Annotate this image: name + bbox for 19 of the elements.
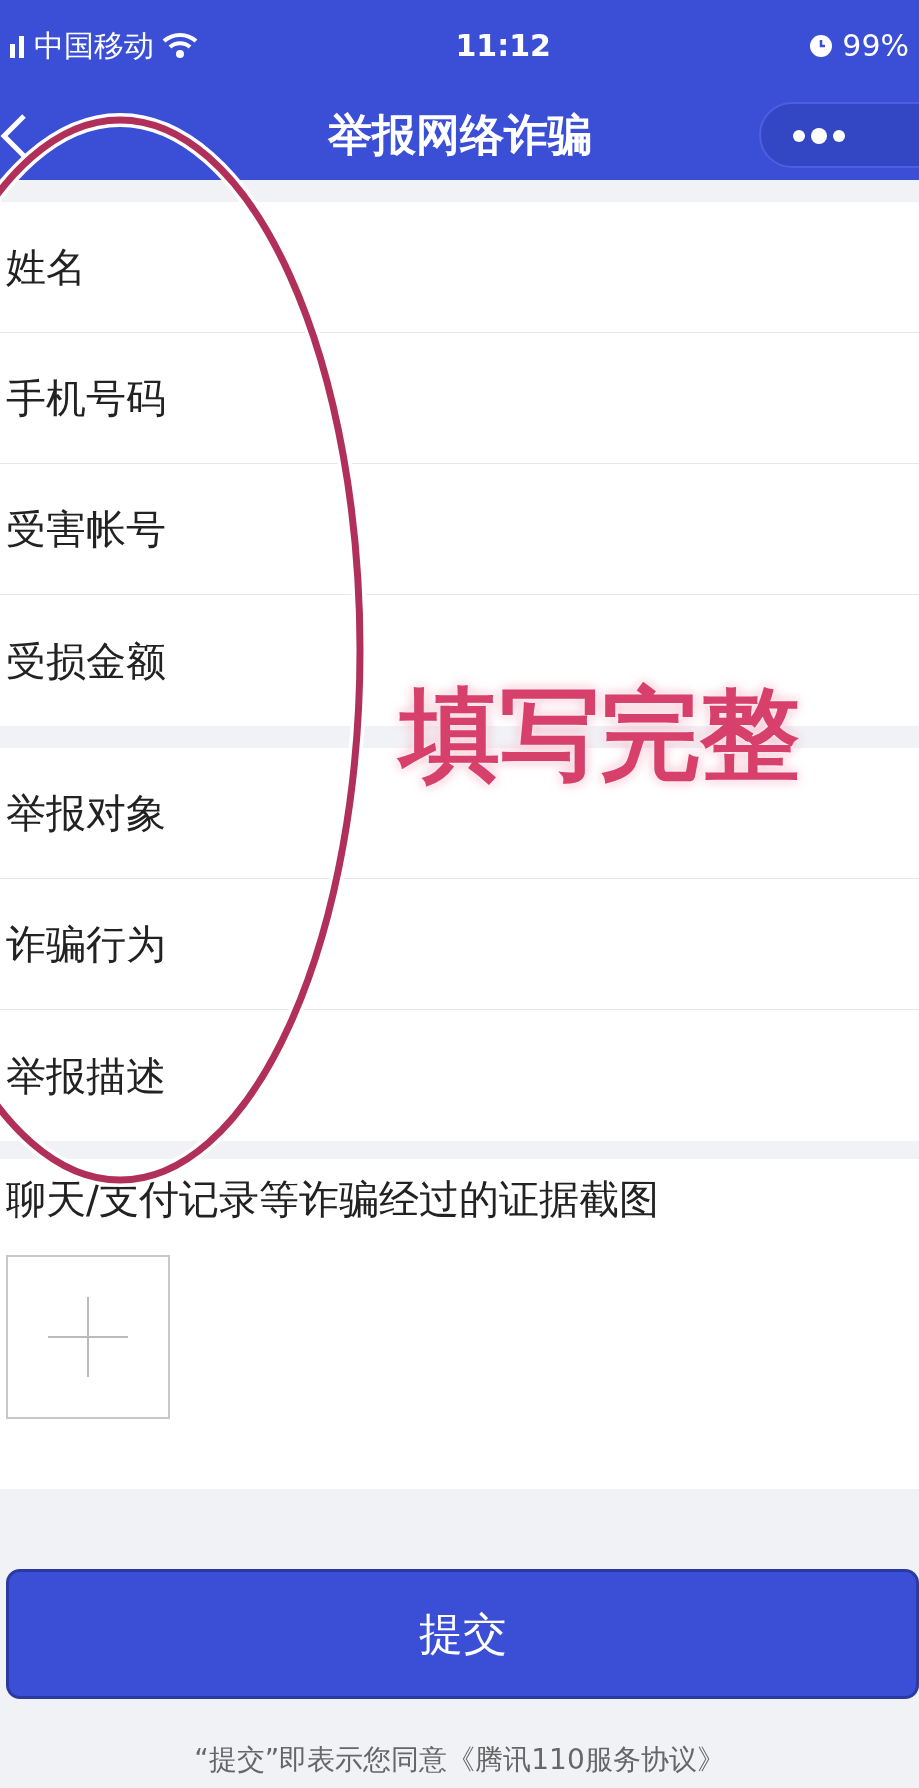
- field-label: 举报描述: [5, 1051, 167, 1101]
- field-label: 举报对象: [5, 789, 167, 838]
- alarm-icon: [808, 32, 835, 58]
- page-title: 举报网络诈骗: [327, 108, 592, 162]
- field-label: 手机号码: [5, 374, 167, 423]
- back-icon[interactable]: [0, 112, 28, 160]
- agreement-text: “提交”即表示您同意《腾讯110服务协议》: [193, 1742, 726, 1778]
- status-time: 11:12: [455, 26, 551, 65]
- carrier-name: 中国移动: [34, 26, 154, 65]
- field-label: 受害帐号: [5, 505, 167, 554]
- submit-button[interactable]: 提交: [6, 1569, 919, 1699]
- more-icon[interactable]: [791, 128, 847, 144]
- field-label: 受损金额: [5, 636, 167, 686]
- battery-percentage: 99%: [842, 26, 909, 65]
- field-label: 姓名: [5, 243, 87, 292]
- plus-icon: [46, 1295, 130, 1379]
- field-label: 诈骗行为: [5, 920, 167, 969]
- menu-capsule[interactable]: [759, 102, 919, 168]
- wifi-icon: [162, 31, 198, 59]
